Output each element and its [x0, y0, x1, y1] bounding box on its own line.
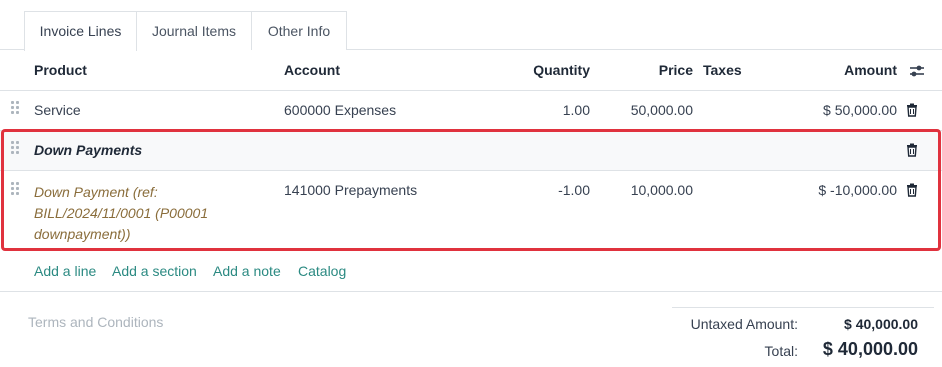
line-quantity[interactable]: 1.00 — [480, 102, 590, 118]
lines-table-header: Product Account Quantity Price Taxes Amo… — [0, 50, 942, 91]
add-section-link[interactable]: Add a section — [112, 263, 197, 279]
tab-journal-items[interactable]: Journal Items — [136, 11, 252, 50]
column-header-amount[interactable]: Amount — [780, 62, 897, 78]
section-row[interactable]: Down Payments — [0, 131, 942, 171]
trash-icon[interactable] — [905, 183, 919, 197]
downpayment-quantity[interactable]: -1.00 — [480, 182, 590, 198]
section-label[interactable]: Down Payments — [34, 142, 142, 158]
drag-handle-icon[interactable] — [11, 101, 21, 115]
untaxed-amount-value: $ 40,000.00 — [844, 316, 918, 332]
downpayment-product-line: BILL/2024/11/0001 (P00001 — [34, 205, 209, 221]
column-header-account[interactable]: Account — [284, 62, 340, 78]
totals-divider — [672, 307, 934, 308]
downpayment-price[interactable]: 10,000.00 — [600, 182, 693, 198]
tab-other-info[interactable]: Other Info — [251, 11, 347, 50]
column-header-price[interactable]: Price — [600, 62, 693, 78]
optional-columns-toggle-icon[interactable] — [909, 63, 925, 79]
trash-icon[interactable] — [905, 103, 919, 117]
drag-handle-icon[interactable] — [11, 141, 21, 155]
column-header-quantity[interactable]: Quantity — [480, 62, 590, 78]
downpayment-product-line: Down Payment (ref: — [34, 184, 158, 200]
add-line-link[interactable]: Add a line — [34, 263, 96, 279]
terms-and-conditions-field[interactable]: Terms and Conditions — [28, 314, 163, 330]
add-note-link[interactable]: Add a note — [213, 263, 281, 279]
catalog-link[interactable]: Catalog — [298, 263, 346, 279]
line-account[interactable]: 600000 Expenses — [284, 102, 396, 118]
total-label: Total: — [764, 343, 798, 359]
untaxed-amount-label: Untaxed Amount: — [690, 316, 798, 332]
downpayment-amount: $ -10,000.00 — [818, 182, 897, 198]
line-actions: Add a line Add a section Add a note Cata… — [0, 263, 942, 291]
column-header-product[interactable]: Product — [34, 62, 87, 78]
line-price[interactable]: 50,000.00 — [600, 102, 693, 118]
total-value: $ 40,000.00 — [822, 339, 918, 359]
line-amount: $ 50,000.00 — [823, 102, 897, 118]
downpayment-product-line: downpayment)) — [34, 226, 131, 242]
tab-invoice-lines[interactable]: Invoice Lines — [24, 11, 137, 51]
drag-handle-icon[interactable] — [11, 182, 21, 196]
trash-icon[interactable] — [905, 143, 919, 157]
column-header-taxes[interactable]: Taxes — [703, 62, 742, 78]
downpayment-product[interactable]: Down Payment (ref: BILL/2024/11/0001 (P0… — [34, 182, 208, 245]
table-row[interactable]: Down Payment (ref: BILL/2024/11/0001 (P0… — [0, 171, 942, 251]
line-product[interactable]: Service — [34, 102, 81, 118]
table-row[interactable]: Service 600000 Expenses 1.00 50,000.00 $… — [0, 91, 942, 131]
downpayment-account[interactable]: 141000 Prepayments — [284, 182, 417, 198]
notebook-tabs: Invoice Lines Journal Items Other Info — [0, 11, 942, 51]
divider — [0, 291, 942, 292]
